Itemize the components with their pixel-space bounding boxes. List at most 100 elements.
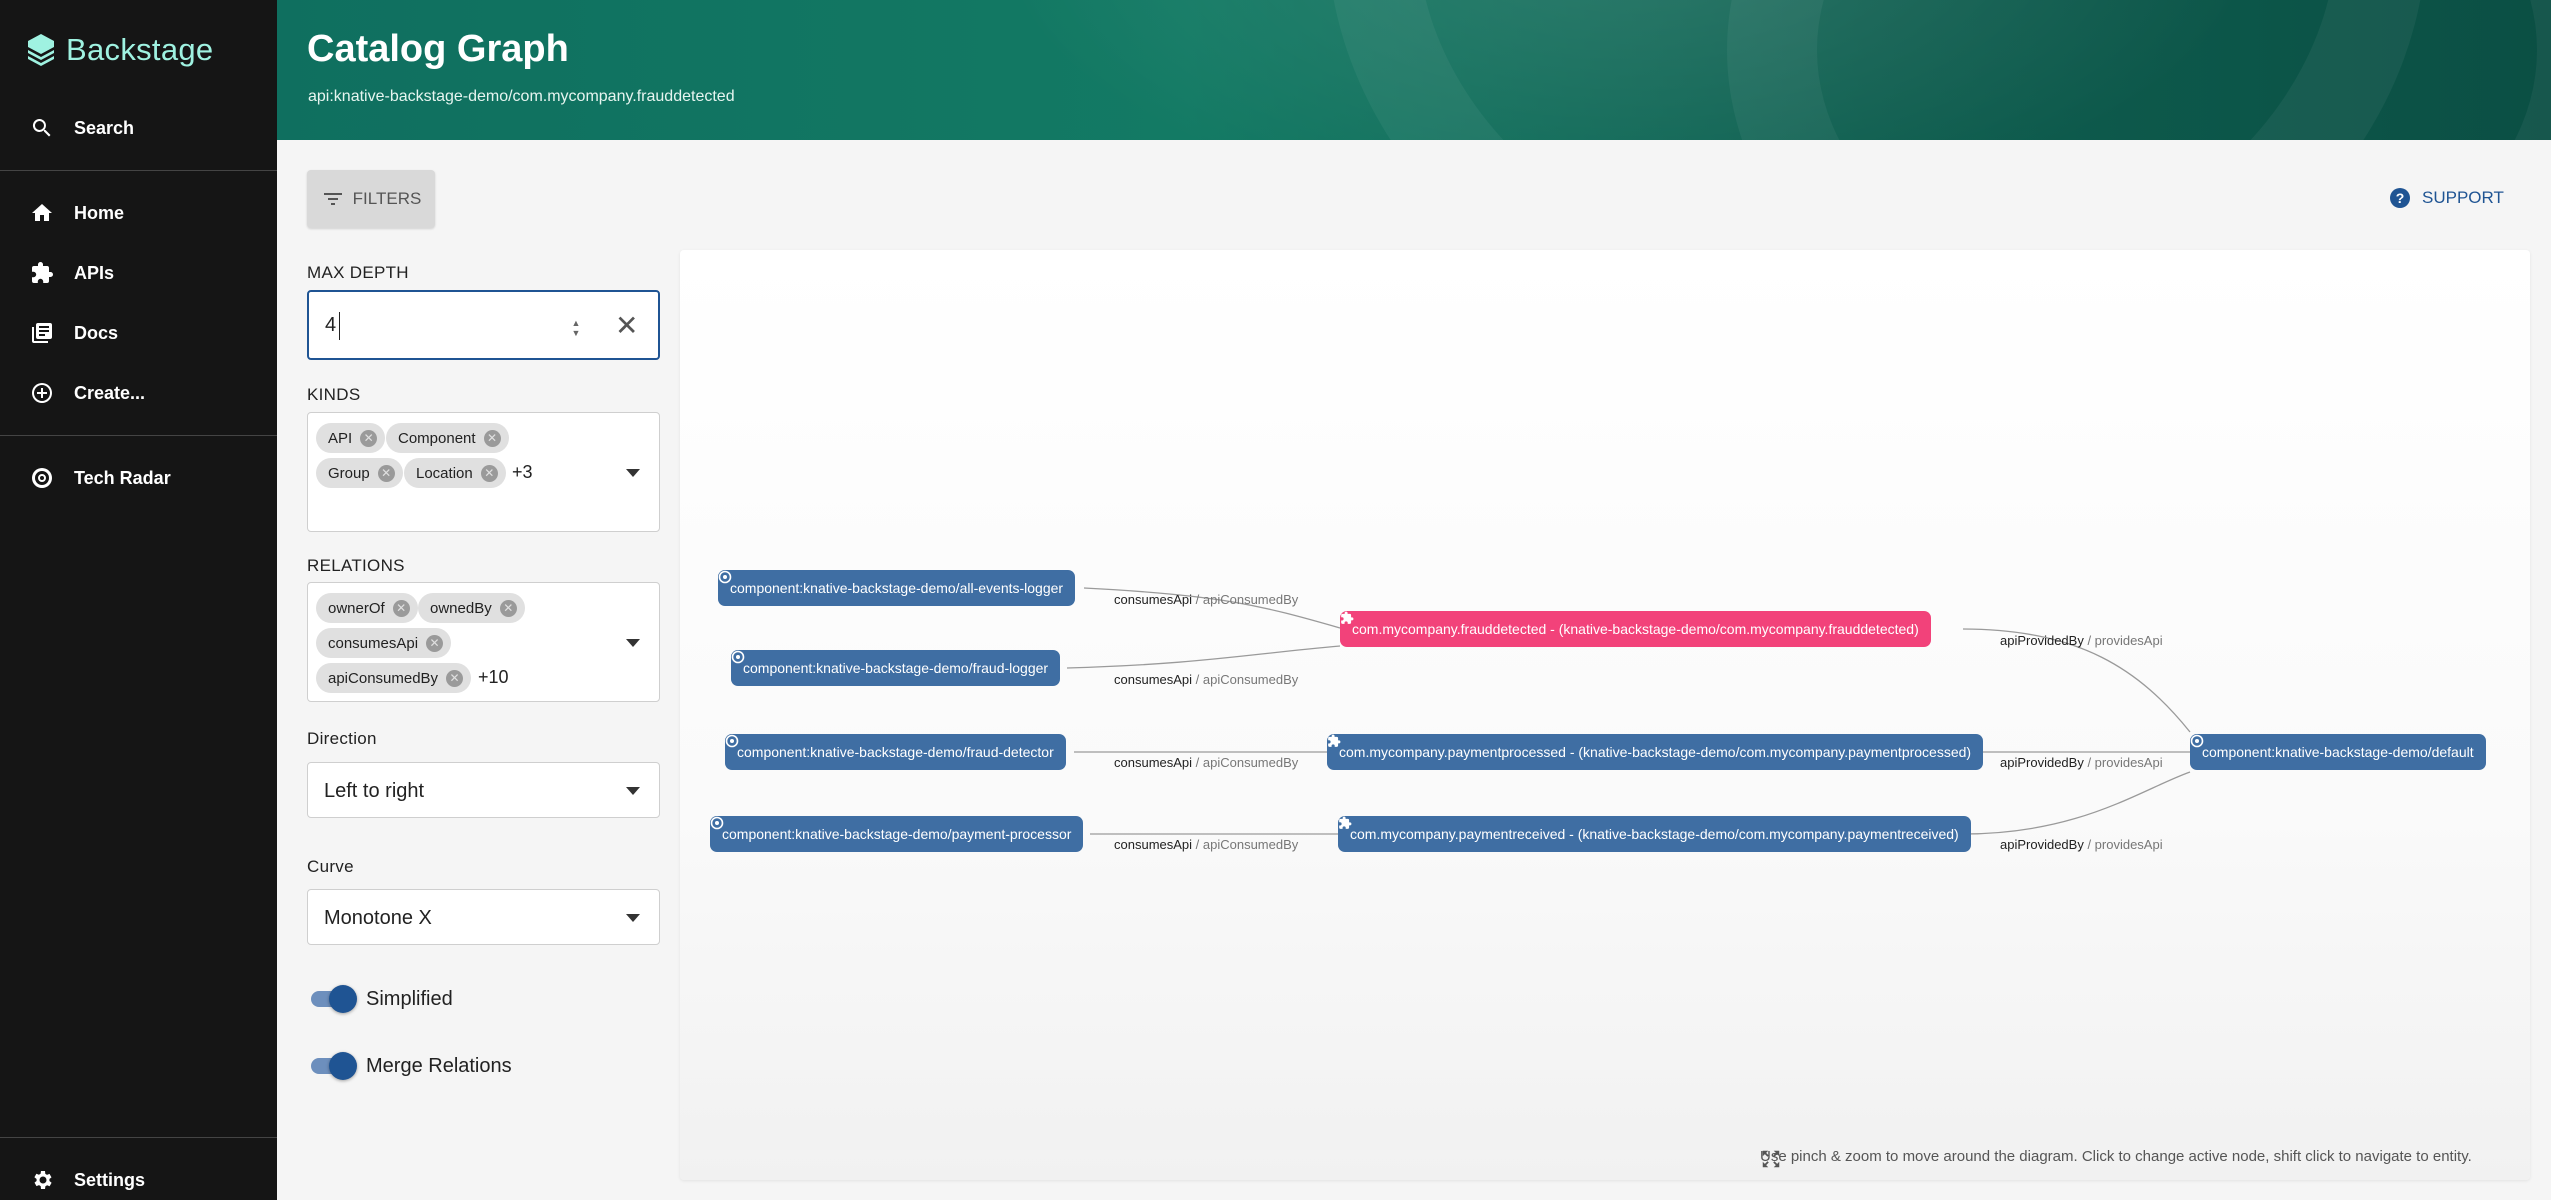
graph-node-component[interactable]: component:knative-backstage-demo/all-eve… bbox=[718, 570, 1076, 606]
relation-chip[interactable]: ownedBy ✕ bbox=[418, 593, 525, 623]
sidebar-item-label: APIs bbox=[74, 262, 115, 283]
sidebar-item-home[interactable]: Home bbox=[0, 185, 277, 241]
filters-button[interactable]: FILTERS bbox=[307, 170, 435, 228]
sidebar-divider bbox=[0, 1137, 277, 1138]
merge-relations-toggle[interactable] bbox=[307, 1052, 357, 1080]
graph-node-api[interactable]: com.mycompany.paymentreceived - (knative… bbox=[1338, 816, 1971, 852]
catalog-graph-canvas[interactable]: component:knative-backstage-demo/all-eve… bbox=[680, 250, 2530, 1180]
chevron-down-icon[interactable] bbox=[626, 639, 640, 647]
sidebar-item-label: Home bbox=[74, 202, 125, 223]
sidebar-item-tech-radar[interactable]: Tech Radar bbox=[0, 450, 277, 506]
chevron-down-icon[interactable] bbox=[626, 914, 640, 922]
edge-label-primary: apiProvidedBy bbox=[2000, 633, 2084, 648]
direction-select[interactable]: Left to right bbox=[307, 762, 660, 818]
page-subtitle: api:knative-backstage-demo/com.mycompany… bbox=[308, 88, 735, 105]
graph-edge-label: apiProvidedBy / providesApi bbox=[2000, 755, 2163, 770]
help-icon: ? bbox=[2390, 188, 2410, 208]
number-spinner[interactable]: ▲ ▼ bbox=[567, 316, 585, 340]
graph-node-label: com.mycompany.paymentreceived - (knative… bbox=[1350, 826, 1959, 842]
backstage-logo[interactable]: Backstage bbox=[26, 32, 213, 68]
sidebar-item-settings[interactable]: Settings bbox=[0, 1152, 277, 1200]
curve-select[interactable]: Monotone X bbox=[307, 889, 660, 945]
graph-node-label: component:knative-backstage-demo/default bbox=[2202, 744, 2474, 760]
chip-remove-icon[interactable]: ✕ bbox=[499, 599, 517, 617]
edge-label-primary: consumesApi bbox=[1114, 755, 1193, 770]
graph-node-component[interactable]: component:knative-backstage-demo/default bbox=[2190, 734, 2486, 770]
chip-label: Group bbox=[328, 464, 370, 482]
chip-remove-icon[interactable]: ✕ bbox=[446, 669, 464, 687]
spin-down-icon: ▼ bbox=[571, 328, 581, 338]
edge-label-primary: apiProvidedBy bbox=[2000, 755, 2084, 770]
kinds-select[interactable]: API ✕ Component ✕ Group ✕ Location ✕ +3 bbox=[307, 412, 660, 532]
sidebar-item-label: Search bbox=[74, 117, 135, 138]
graph-node-api-active[interactable]: com.mycompany.frauddetected - (knative-b… bbox=[1340, 611, 1931, 647]
graph-hint: Use pinch & zoom to move around the diag… bbox=[1760, 1148, 2472, 1168]
kind-chip[interactable]: Location ✕ bbox=[404, 458, 506, 488]
edge-label-secondary: / apiConsumedBy bbox=[1192, 837, 1299, 852]
relation-chip[interactable]: consumesApi ✕ bbox=[316, 628, 452, 658]
support-button[interactable]: ? SUPPORT bbox=[2388, 186, 2504, 210]
sidebar-item-docs[interactable]: Docs bbox=[0, 305, 277, 361]
radar-icon bbox=[32, 468, 52, 488]
clear-icon[interactable]: ✕ bbox=[615, 309, 638, 342]
more-relations-count: +10 bbox=[478, 667, 509, 687]
component-icon bbox=[731, 650, 745, 664]
curve-label: Curve bbox=[307, 857, 354, 876]
chip-remove-icon[interactable]: ✕ bbox=[392, 599, 410, 617]
kind-chip[interactable]: Component ✕ bbox=[386, 423, 509, 453]
sidebar-item-label: Create... bbox=[74, 382, 146, 403]
component-icon bbox=[725, 734, 739, 748]
simplified-label: Simplified bbox=[366, 988, 453, 1010]
filters-button-label: FILTERS bbox=[352, 189, 422, 208]
graph-node-label: component:knative-backstage-demo/fraud-d… bbox=[737, 744, 1054, 760]
relations-select[interactable]: ownerOf ✕ ownedBy ✕ consumesApi ✕ apiCon… bbox=[307, 582, 660, 702]
search-icon bbox=[32, 119, 51, 137]
graph-edge-label: consumesApi / apiConsumedBy bbox=[1114, 755, 1298, 770]
relation-chip[interactable]: ownerOf ✕ bbox=[316, 593, 418, 623]
graph-node-label: com.mycompany.frauddetected - (knative-b… bbox=[1352, 621, 1919, 637]
chip-remove-icon[interactable]: ✕ bbox=[426, 634, 444, 652]
support-label: SUPPORT bbox=[2422, 188, 2504, 207]
add-circle-icon bbox=[32, 383, 52, 403]
edge-label-primary: consumesApi bbox=[1114, 672, 1193, 687]
kind-chip[interactable]: API ✕ bbox=[316, 423, 386, 453]
simplified-toggle[interactable] bbox=[307, 985, 357, 1013]
relation-chip[interactable]: apiConsumedBy ✕ bbox=[316, 663, 472, 693]
sidebar-item-search[interactable]: Search bbox=[0, 100, 277, 156]
edge-label-secondary: / apiConsumedBy bbox=[1192, 592, 1299, 607]
chevron-down-icon[interactable] bbox=[626, 787, 640, 795]
gear-icon bbox=[34, 1171, 52, 1189]
graph-edge-label: consumesApi / apiConsumedBy bbox=[1114, 592, 1298, 607]
edge-label-primary: consumesApi bbox=[1114, 837, 1193, 852]
graph-node-label: component:knative-backstage-demo/payment… bbox=[722, 826, 1072, 842]
chip-remove-icon[interactable]: ✕ bbox=[483, 429, 501, 447]
direction-value: Left to right bbox=[324, 780, 425, 802]
graph-node-component[interactable]: component:knative-backstage-demo/fraud-d… bbox=[725, 734, 1066, 770]
kind-chip[interactable]: Group ✕ bbox=[316, 458, 403, 488]
max-depth-label: MAX DEPTH bbox=[307, 263, 409, 282]
chip-remove-icon[interactable]: ✕ bbox=[480, 464, 498, 482]
max-depth-input[interactable]: 4 ▲ ▼ ✕ bbox=[307, 290, 660, 360]
edge-label-secondary: / apiConsumedBy bbox=[1192, 672, 1299, 687]
graph-edge-label: apiProvidedBy / providesApi bbox=[2000, 633, 2163, 648]
merge-relations-label: Merge Relations bbox=[366, 1055, 512, 1077]
graph-node-component[interactable]: component:knative-backstage-demo/payment… bbox=[710, 816, 1084, 852]
backstage-logo-icon bbox=[28, 34, 54, 66]
component-icon bbox=[710, 816, 724, 830]
sidebar-item-label: Docs bbox=[74, 322, 119, 343]
edge-label-secondary: / apiConsumedBy bbox=[1192, 755, 1299, 770]
sidebar: Backstage Search Home APIs Docs Create..… bbox=[0, 0, 277, 1200]
sidebar-item-create[interactable]: Create... bbox=[0, 365, 277, 421]
chip-label: API bbox=[328, 429, 353, 447]
sidebar-item-apis[interactable]: APIs bbox=[0, 245, 277, 301]
graph-node-api[interactable]: com.mycompany.paymentprocessed - (knativ… bbox=[1327, 734, 1984, 770]
chip-label: Component bbox=[398, 429, 476, 447]
direction-label: Direction bbox=[307, 729, 377, 748]
chevron-down-icon[interactable] bbox=[626, 469, 640, 477]
graph-node-component[interactable]: component:knative-backstage-demo/fraud-l… bbox=[731, 650, 1061, 686]
chip-label: consumesApi bbox=[328, 634, 419, 652]
graph-node-label: component:knative-backstage-demo/fraud-l… bbox=[743, 660, 1049, 676]
text-caret bbox=[339, 312, 340, 340]
chip-remove-icon[interactable]: ✕ bbox=[377, 464, 395, 482]
chip-remove-icon[interactable]: ✕ bbox=[360, 429, 378, 447]
